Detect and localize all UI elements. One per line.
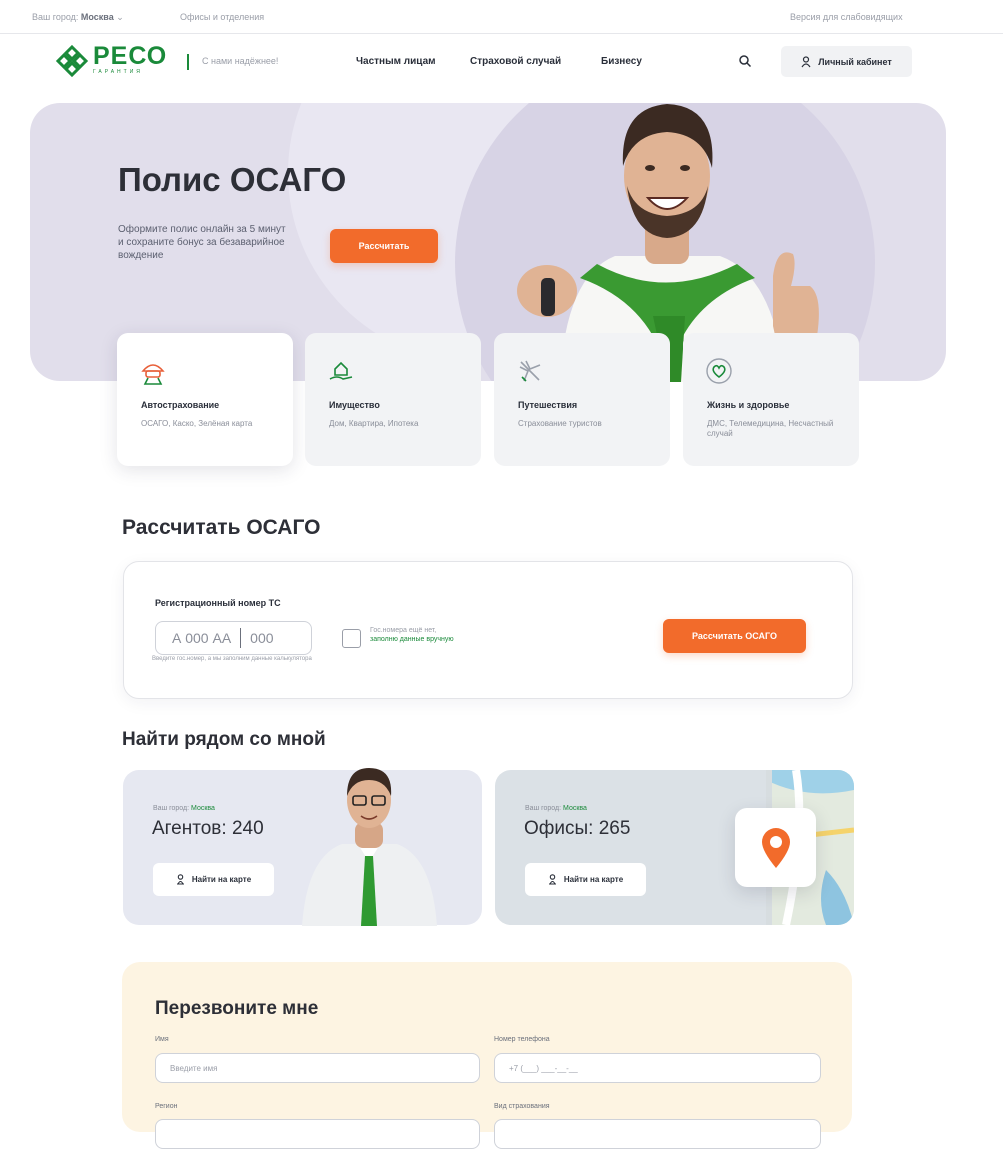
city-selector[interactable]: Ваш город: Москва ⌄ xyxy=(32,12,124,23)
calculator-title: Рассчитать ОСАГО xyxy=(122,516,321,539)
callback-title: Перезвоните мне xyxy=(155,998,319,1019)
reg-number-input[interactable]: А 000 АА 000 xyxy=(155,621,312,655)
location-pin-icon xyxy=(761,827,790,868)
user-icon xyxy=(548,874,556,885)
name-label: Имя xyxy=(155,1036,169,1043)
user-icon xyxy=(801,55,811,67)
airplane-icon xyxy=(519,360,541,382)
category-title: Автострахование xyxy=(141,400,220,410)
hero-subtitle: Оформите полис онлайн за 5 минут и сохра… xyxy=(118,224,286,261)
impaired-version-link[interactable]: Версия для слабовидящих xyxy=(790,12,903,22)
logo-subtext: ГАРАНТИЯ xyxy=(93,69,143,75)
logo-text: РЕСО xyxy=(93,42,168,70)
nav-business[interactable]: Бизнесу xyxy=(601,56,642,67)
personal-cabinet-button[interactable]: Личный кабинет xyxy=(781,46,912,77)
callback-section xyxy=(122,962,852,1132)
reg-number-label: Регистрационный номер ТС xyxy=(155,598,281,608)
hero-title: Полис ОСАГО xyxy=(118,161,347,198)
house-hand-icon xyxy=(329,361,353,380)
phone-label: Номер телефона xyxy=(494,1036,550,1043)
cabinet-label: Личный кабинет xyxy=(818,56,892,67)
category-subtitle: ОСАГО, Каско, Зелёная карта xyxy=(141,419,253,428)
category-title: Имущество xyxy=(329,400,380,410)
search-icon[interactable] xyxy=(738,54,752,68)
agents-find-on-map-button[interactable]: Найти на карте xyxy=(153,863,274,896)
category-card-health[interactable]: Жизнь и здоровье ДМС, Телемедицина, Несч… xyxy=(683,333,859,466)
category-subtitle: ДМС, Телемедицина, Несчастный случай xyxy=(707,419,834,438)
hero-calculate-button[interactable]: Рассчитать xyxy=(330,229,438,263)
no-number-checkbox[interactable] xyxy=(342,629,361,648)
no-number-text: Гос.номера ещё нет, заполню данные вручн… xyxy=(370,627,454,643)
manual-entry-link[interactable]: заполню данные вручную xyxy=(370,636,454,643)
category-card-property[interactable]: Имущество Дом, Квартира, Ипотека xyxy=(305,333,481,466)
heart-icon xyxy=(706,358,732,384)
reg-region-placeholder: 000 xyxy=(250,630,274,646)
agents-city: Ваш город: Москва xyxy=(153,805,215,812)
offices-find-on-map-button[interactable]: Найти на карте xyxy=(525,863,646,896)
city-value[interactable]: Москва xyxy=(81,12,114,22)
nav-insurance-case[interactable]: Страховой случай xyxy=(470,56,561,67)
category-title: Жизнь и здоровье xyxy=(707,400,790,410)
category-subtitle: Страхование туристов xyxy=(518,419,602,428)
offices-city: Ваш город: Москва xyxy=(525,805,587,812)
phone-input[interactable]: +7 (___) ___-__-__ xyxy=(494,1053,821,1083)
header-divider xyxy=(187,54,189,70)
user-icon xyxy=(176,874,184,885)
category-title: Путешествия xyxy=(518,400,578,410)
agent-person-image xyxy=(302,768,437,926)
insurance-type-select[interactable] xyxy=(494,1119,821,1149)
insurance-type-label: Вид страхования xyxy=(494,1103,550,1110)
car-umbrella-icon xyxy=(141,364,165,385)
category-card-auto[interactable]: Автострахование ОСАГО, Каско, Зелёная ка… xyxy=(117,333,293,466)
nearby-title: Найти рядом со мной xyxy=(122,729,326,750)
location-pin-card xyxy=(735,808,816,887)
offices-count: Офисы: 265 xyxy=(524,818,631,839)
region-label: Регион xyxy=(155,1103,178,1110)
city-label: Ваш город: xyxy=(32,12,79,22)
category-subtitle: Дом, Квартира, Ипотека xyxy=(329,419,419,428)
agents-count: Агентов: 240 xyxy=(152,818,264,839)
reso-logo-icon xyxy=(55,44,89,78)
reg-field-divider xyxy=(240,628,242,648)
reg-number-placeholder: А 000 АА xyxy=(172,630,232,646)
calculate-osago-button[interactable]: Рассчитать ОСАГО xyxy=(663,619,806,653)
category-card-travel[interactable]: Путешествия Страхование туристов xyxy=(494,333,670,466)
reg-number-hint: Введите гос.номер, а мы заполним данные … xyxy=(152,656,312,662)
slogan: С нами надёжнее! xyxy=(202,56,279,66)
region-select[interactable] xyxy=(155,1119,480,1149)
nav-private-persons[interactable]: Частным лицам xyxy=(356,56,436,67)
brand-logo[interactable]: РЕСО ГАРАНТИЯ xyxy=(55,44,167,84)
top-utility-bar: Ваш город: Москва ⌄ Офисы и отделения Ве… xyxy=(0,0,1003,34)
name-input[interactable]: Введите имя xyxy=(155,1053,480,1083)
offices-link[interactable]: Офисы и отделения xyxy=(180,12,264,22)
